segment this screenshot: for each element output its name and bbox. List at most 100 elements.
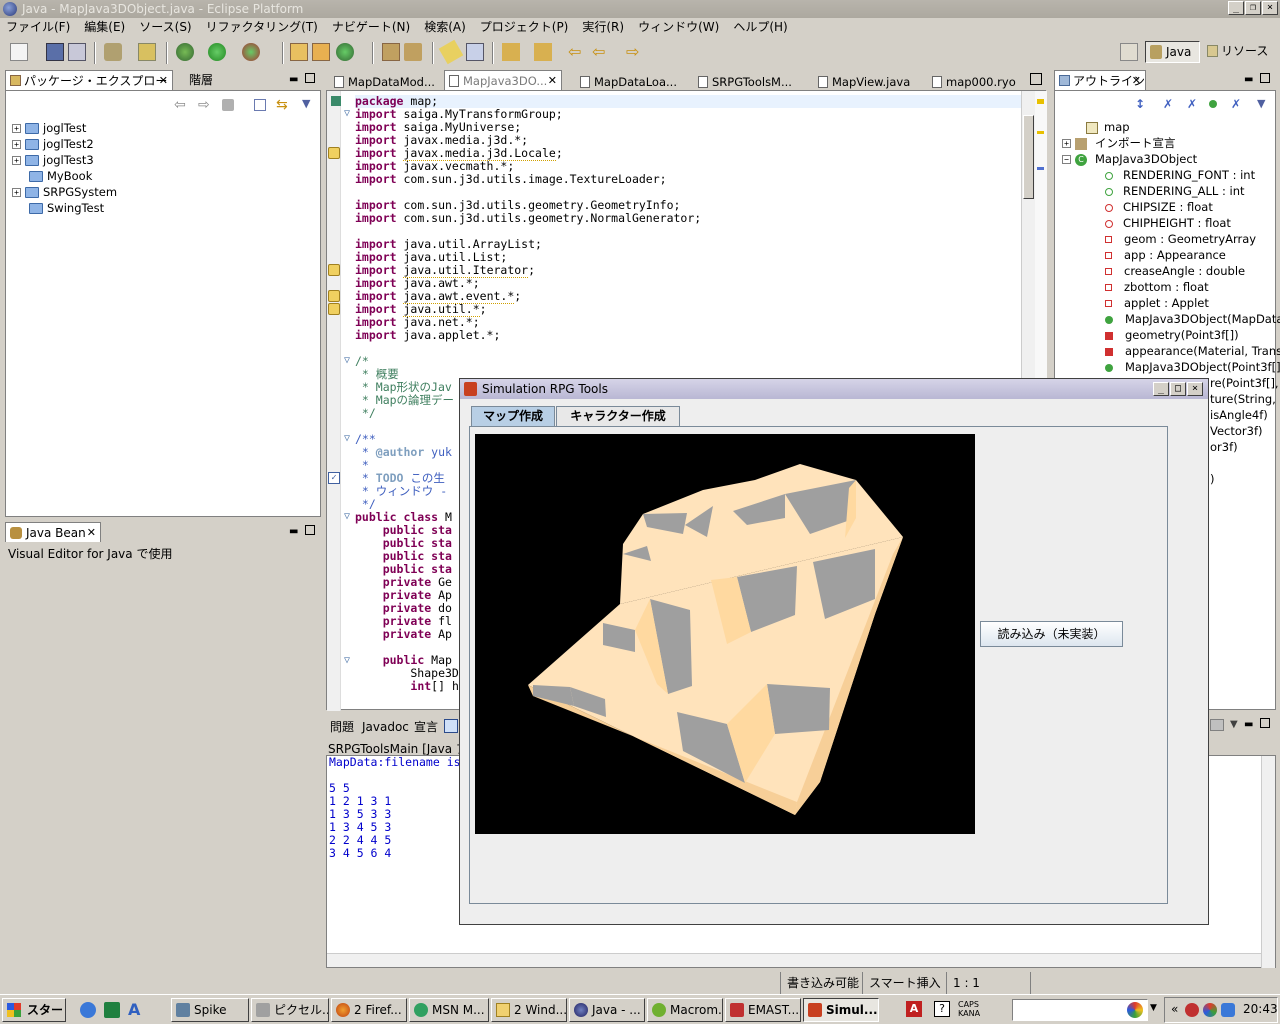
- sort-icon[interactable]: ↕: [1135, 97, 1145, 111]
- open-resource-icon[interactable]: [382, 43, 400, 61]
- tree-item-swingtest[interactable]: SwingTest: [29, 200, 104, 216]
- outline-item[interactable]: geometry(Point3f[]): [1105, 327, 1239, 343]
- debug-config-icon[interactable]: [104, 43, 122, 61]
- task-firefox[interactable]: 2 Firef...: [331, 998, 407, 1022]
- tree-item-mybook[interactable]: MyBook: [29, 168, 92, 184]
- menu-help[interactable]: ヘルプ(H): [733, 18, 787, 36]
- maximize-view-icon[interactable]: [1260, 718, 1270, 728]
- console-display-icon[interactable]: [1210, 719, 1224, 731]
- tab-mapview[interactable]: MapView.java: [814, 72, 922, 92]
- task-java-eclipse[interactable]: Java - ...: [569, 998, 645, 1022]
- prev-annotation-icon[interactable]: [534, 43, 552, 61]
- taskbar-address-input[interactable]: [1012, 999, 1148, 1021]
- warning-icon[interactable]: [328, 303, 340, 315]
- outline-item[interactable]: CHIPHEIGHT : float: [1105, 215, 1231, 231]
- outline-item[interactable]: zbottom : float: [1105, 279, 1209, 295]
- outline-item-partial[interactable]: or3f): [1210, 439, 1238, 455]
- collapse-all-icon[interactable]: [254, 99, 266, 111]
- outline-item[interactable]: creaseAngle : double: [1105, 263, 1245, 279]
- show-source-icon[interactable]: [466, 43, 484, 61]
- dialog-maximize-button[interactable]: □: [1170, 382, 1186, 396]
- new-interface-icon[interactable]: [336, 43, 354, 61]
- tab-outline[interactable]: アウトライン ✕: [1054, 70, 1146, 90]
- expand-icon[interactable]: +: [12, 156, 21, 165]
- outline-item[interactable]: CHIPSIZE : float: [1105, 199, 1213, 215]
- dialog-minimize-button[interactable]: _: [1153, 382, 1169, 396]
- menu-window[interactable]: ウィンドウ(W): [638, 18, 719, 36]
- outline-item-partial[interactable]: Vector3f): [1210, 423, 1263, 439]
- menu-run[interactable]: 実行(R): [582, 18, 624, 36]
- view-menu-icon[interactable]: ▼: [1230, 719, 1238, 730]
- app-quicklaunch-icon[interactable]: A: [128, 1000, 140, 1019]
- up-icon[interactable]: [222, 99, 234, 111]
- open-type-icon[interactable]: [138, 43, 156, 61]
- restore-button[interactable]: ❐: [1245, 1, 1261, 15]
- close-icon[interactable]: ✕: [159, 71, 168, 91]
- outline-item[interactable]: RENDERING_ALL : int: [1105, 183, 1245, 199]
- back-nav-icon[interactable]: ⇦: [174, 97, 186, 113]
- desktop-icon[interactable]: [104, 1002, 120, 1018]
- load-button[interactable]: 読み込み（未実装）: [980, 621, 1123, 647]
- tab-hierarchy[interactable]: 階層: [185, 70, 225, 90]
- print-icon[interactable]: [68, 43, 86, 61]
- help-icon[interactable]: ?: [934, 1001, 950, 1017]
- tree-item-srpgsystem[interactable]: + SRPGSystem: [12, 184, 117, 200]
- forward-nav-icon[interactable]: ⇨: [198, 97, 210, 113]
- open-perspective-icon[interactable]: [1120, 43, 1138, 61]
- maximize-editor-icon[interactable]: [1030, 73, 1042, 85]
- expand-icon[interactable]: +: [12, 188, 21, 197]
- outline-item[interactable]: map: [1086, 119, 1130, 135]
- task-icon[interactable]: ✓: [328, 472, 340, 484]
- outline-item-partial[interactable]: re(Point3f[],: [1210, 375, 1279, 391]
- menu-file[interactable]: ファイル(F): [6, 18, 70, 36]
- expand-icon[interactable]: +: [12, 124, 21, 133]
- outline-item-partial[interactable]: ture(String,: [1210, 391, 1276, 407]
- tab-mapdatamodel[interactable]: MapDataMod...: [330, 72, 438, 92]
- minimize-view-icon[interactable]: ▬: [289, 526, 298, 537]
- menu-source[interactable]: ソース(S): [139, 18, 191, 36]
- ie-icon[interactable]: [80, 1002, 96, 1018]
- tab-java-bean[interactable]: Java Bean ✕: [5, 522, 101, 542]
- warning-icon[interactable]: [328, 147, 340, 159]
- hide-fields-icon[interactable]: ✗: [1163, 97, 1173, 111]
- outline-item[interactable]: applet : Applet: [1105, 295, 1209, 311]
- tree-item-jogltest[interactable]: + joglTest: [12, 120, 86, 136]
- back-icon[interactable]: ⇦: [568, 43, 586, 61]
- tab-package-explorer[interactable]: パッケージ・エクスプローラー ✕: [5, 70, 173, 108]
- minimize-view-icon[interactable]: ▬: [1244, 74, 1253, 85]
- maximize-view-icon[interactable]: [305, 73, 315, 83]
- go-icon[interactable]: [1127, 1002, 1143, 1018]
- tree-item-jogltest2[interactable]: + joglTest2: [12, 136, 94, 152]
- console-scrollbar[interactable]: [1261, 756, 1275, 968]
- task-simulation[interactable]: Simul...: [803, 998, 879, 1022]
- outline-item[interactable]: geom : GeometryArray: [1105, 231, 1256, 247]
- maximize-view-icon[interactable]: [1260, 73, 1270, 83]
- minimize-button[interactable]: _: [1228, 1, 1244, 15]
- search-icon[interactable]: [404, 43, 422, 61]
- tray-app-icon[interactable]: [1185, 1003, 1199, 1017]
- tab-map-editor[interactable]: マップ作成: [471, 406, 555, 427]
- outline-item[interactable]: RENDERING_FONT : int: [1105, 167, 1255, 183]
- menu-project[interactable]: プロジェクト(P): [480, 18, 569, 36]
- dialog-close-button[interactable]: ×: [1187, 382, 1203, 396]
- menu-edit[interactable]: 編集(E): [84, 18, 125, 36]
- dialog-title-bar[interactable]: Simulation RPG Tools _ □ ×: [460, 379, 1208, 399]
- warning-icon[interactable]: [328, 264, 340, 276]
- view-menu-icon[interactable]: ▼: [302, 97, 310, 110]
- outline-item[interactable]: + インポート宣言: [1062, 135, 1176, 151]
- tray-volume-icon[interactable]: [1221, 1003, 1235, 1017]
- task-windows[interactable]: 2 Wind...: [491, 998, 567, 1022]
- new-class-icon[interactable]: [312, 43, 330, 61]
- console-hscrollbar[interactable]: [327, 953, 1261, 967]
- save-icon[interactable]: [46, 43, 64, 61]
- maximize-view-icon[interactable]: [305, 525, 315, 535]
- dropdown-icon[interactable]: ▼: [1150, 1003, 1157, 1013]
- menu-search[interactable]: 検索(A): [424, 18, 466, 36]
- outline-item-partial[interactable]: ): [1210, 471, 1215, 487]
- link-editor-icon[interactable]: ⇆: [276, 97, 288, 113]
- task-macromedia[interactable]: Macrom...: [647, 998, 723, 1022]
- warning-icon[interactable]: [328, 290, 340, 302]
- java-perspective-button[interactable]: Java: [1145, 41, 1200, 63]
- tab-javadoc[interactable]: Javadoc: [358, 717, 410, 737]
- console-tab-icon[interactable]: [444, 719, 458, 733]
